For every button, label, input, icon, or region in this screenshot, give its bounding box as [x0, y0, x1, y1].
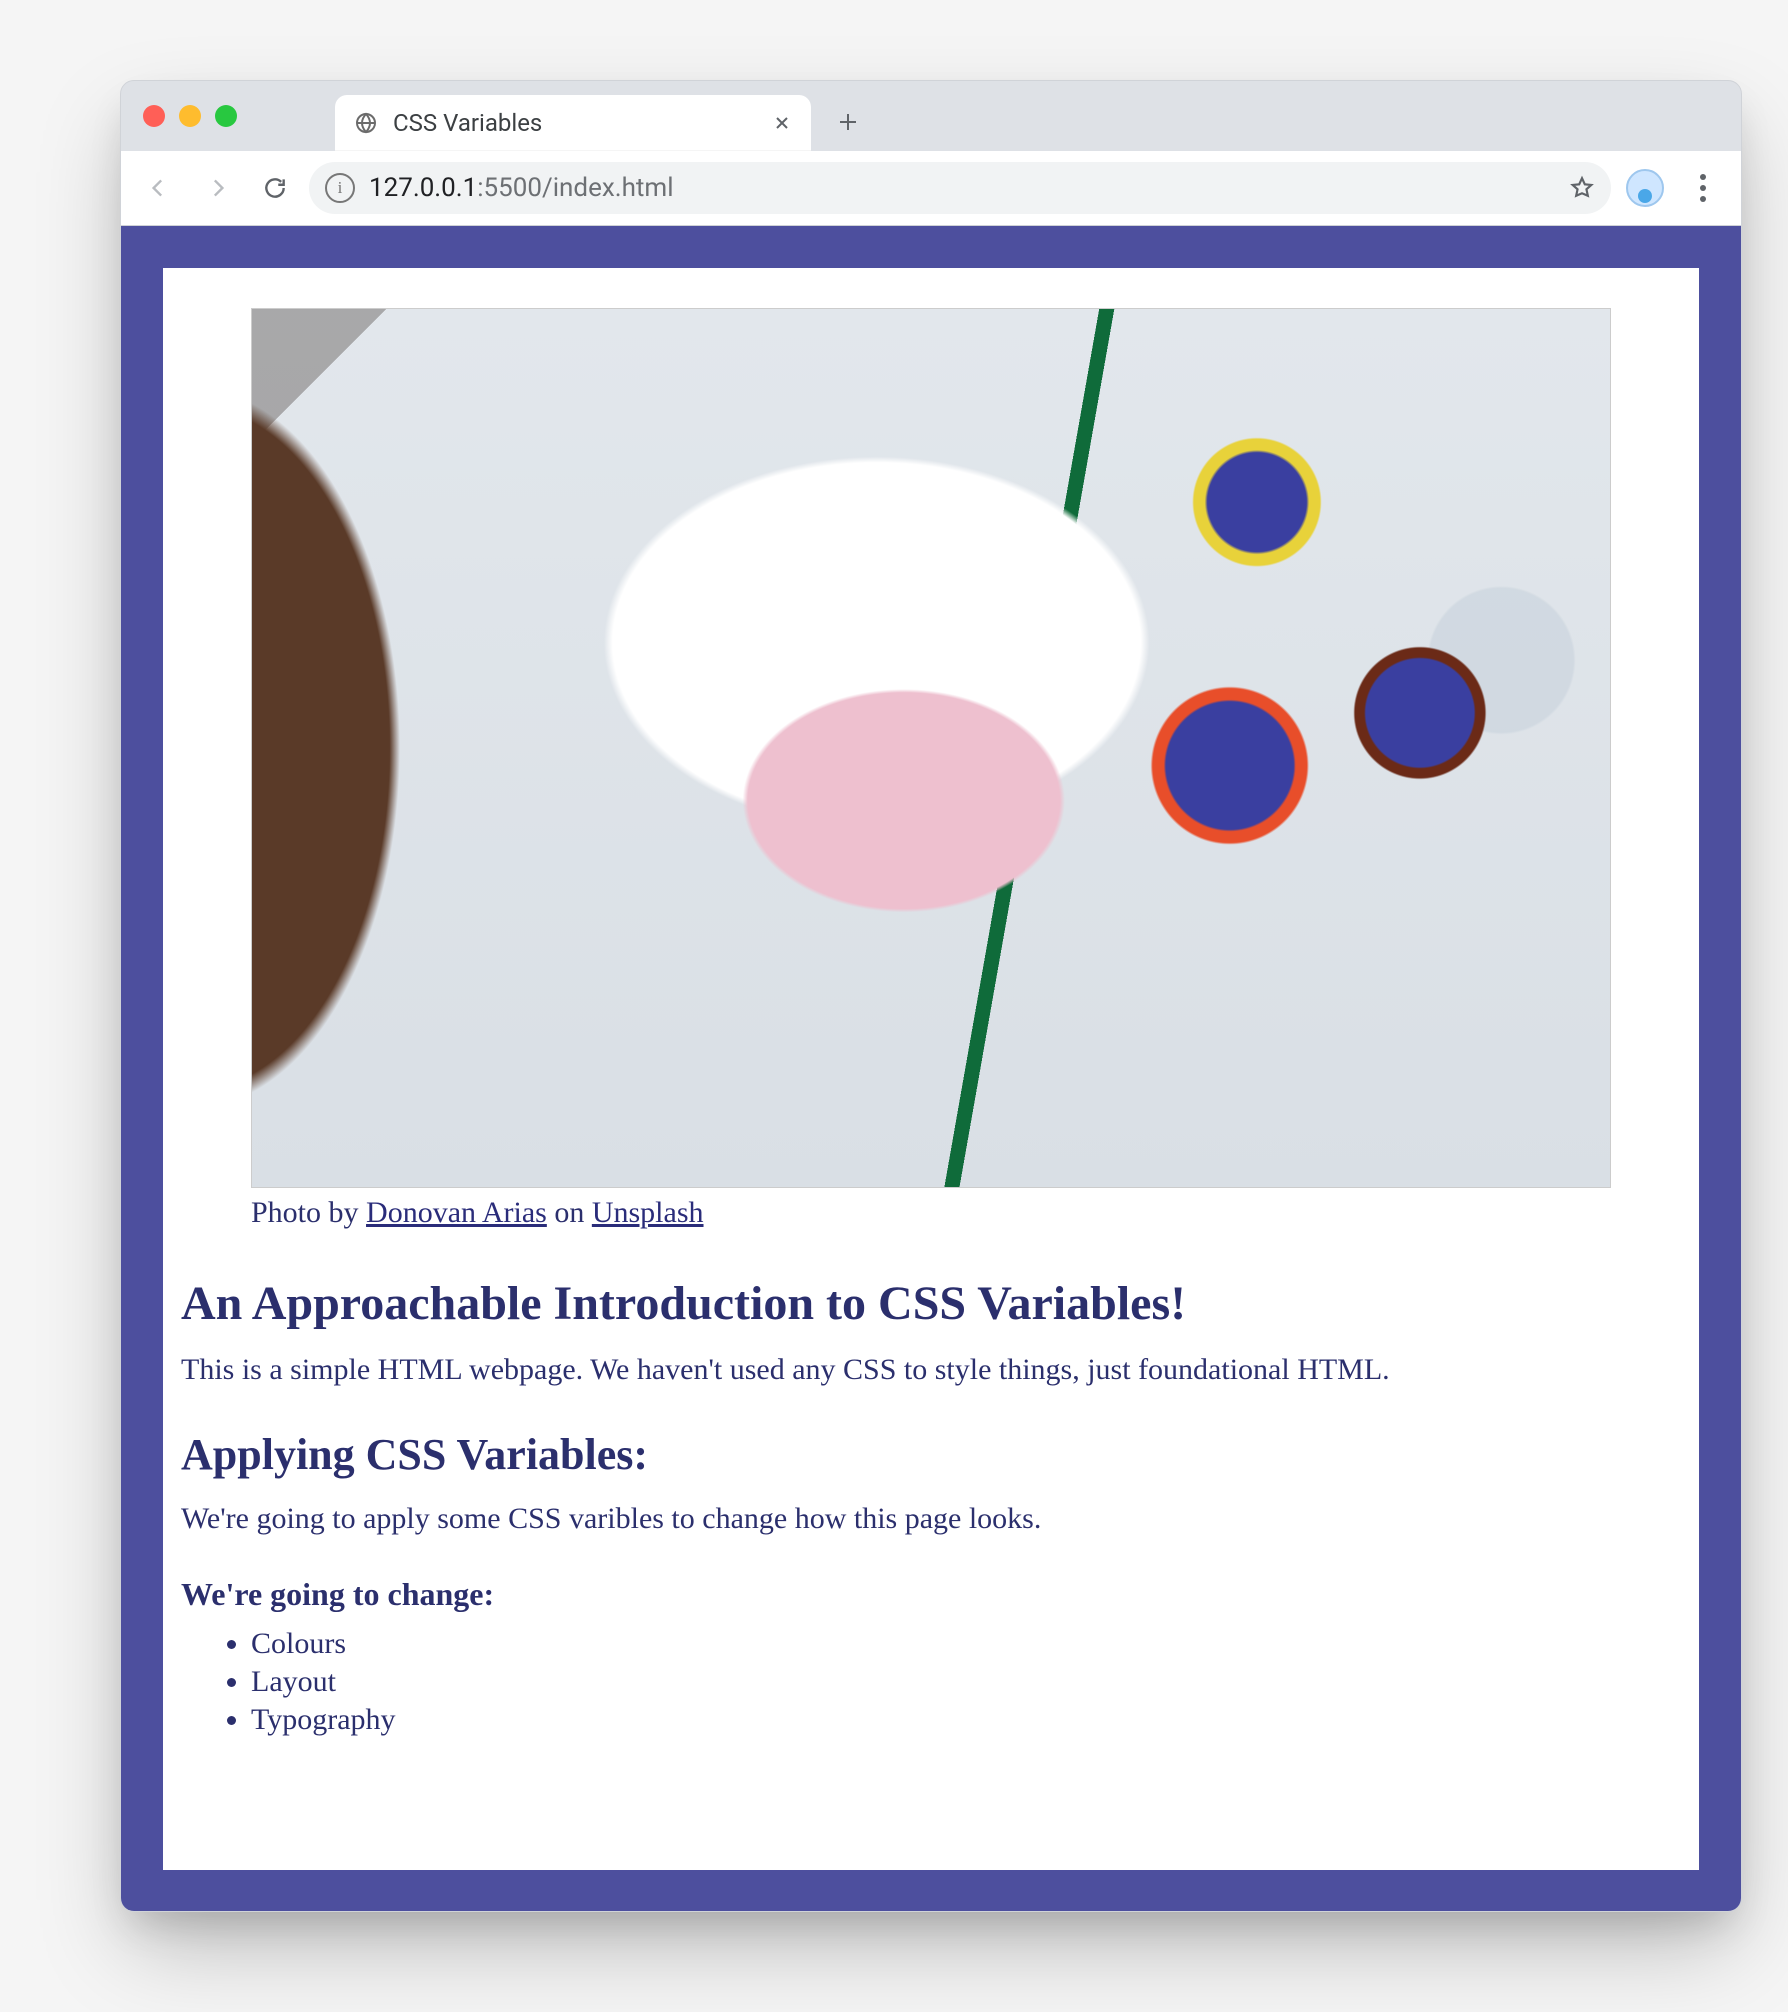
reload-button[interactable]	[251, 164, 299, 212]
caption-prefix: Photo by	[251, 1196, 366, 1229]
section-heading: Applying CSS Variables:	[181, 1429, 1681, 1480]
author-link[interactable]: Donovan Arias	[366, 1196, 547, 1229]
section-paragraph: We're going to apply some CSS varibles t…	[181, 1502, 1681, 1536]
caption-middle: on	[547, 1196, 592, 1229]
intro-paragraph: This is a simple HTML webpage. We haven'…	[181, 1353, 1681, 1387]
page-title: An Approachable Introduction to CSS Vari…	[181, 1276, 1681, 1331]
browser-menu-button[interactable]	[1679, 164, 1727, 212]
profile-avatar[interactable]	[1621, 164, 1669, 212]
sub-heading: We're going to change:	[181, 1576, 1681, 1613]
bookmark-star-icon[interactable]	[1569, 175, 1595, 201]
tab-title: CSS Variables	[393, 109, 757, 137]
new-tab-button[interactable]	[831, 105, 865, 139]
back-button[interactable]	[135, 164, 183, 212]
forward-button[interactable]	[193, 164, 241, 212]
viewport: Photo by Donovan Arias on Unsplash An Ap…	[121, 226, 1741, 1912]
tab-strip: CSS Variables	[121, 81, 1741, 151]
browser-window: CSS Variables i	[120, 80, 1742, 1912]
hero-figure: Photo by Donovan Arias on Unsplash	[251, 308, 1611, 1230]
tab-active[interactable]: CSS Variables	[335, 95, 811, 151]
site-link[interactable]: Unsplash	[592, 1196, 704, 1229]
hero-image	[251, 308, 1611, 1188]
avatar-icon	[1626, 169, 1664, 207]
list-item: Typography	[251, 1703, 1681, 1737]
window-minimize-button[interactable]	[179, 105, 201, 127]
url-host: 127.0.0.1	[369, 173, 477, 203]
url-path: :5500/index.html	[477, 173, 673, 203]
address-bar[interactable]: i 127.0.0.1:5500/index.html	[309, 162, 1611, 214]
tab-close-button[interactable]	[771, 112, 793, 134]
page-content: Photo by Donovan Arias on Unsplash An Ap…	[163, 268, 1699, 1870]
list-item: Layout	[251, 1665, 1681, 1699]
window-close-button[interactable]	[143, 105, 165, 127]
window-controls	[143, 105, 237, 127]
globe-icon	[353, 110, 379, 136]
site-info-icon[interactable]: i	[325, 173, 355, 203]
window-zoom-button[interactable]	[215, 105, 237, 127]
change-list: Colours Layout Typography	[181, 1627, 1681, 1737]
kebab-icon	[1700, 174, 1706, 202]
list-item: Colours	[251, 1627, 1681, 1661]
toolbar: i 127.0.0.1:5500/index.html	[121, 151, 1741, 226]
url-text: 127.0.0.1:5500/index.html	[369, 173, 1555, 203]
image-caption: Photo by Donovan Arias on Unsplash	[251, 1196, 1611, 1230]
